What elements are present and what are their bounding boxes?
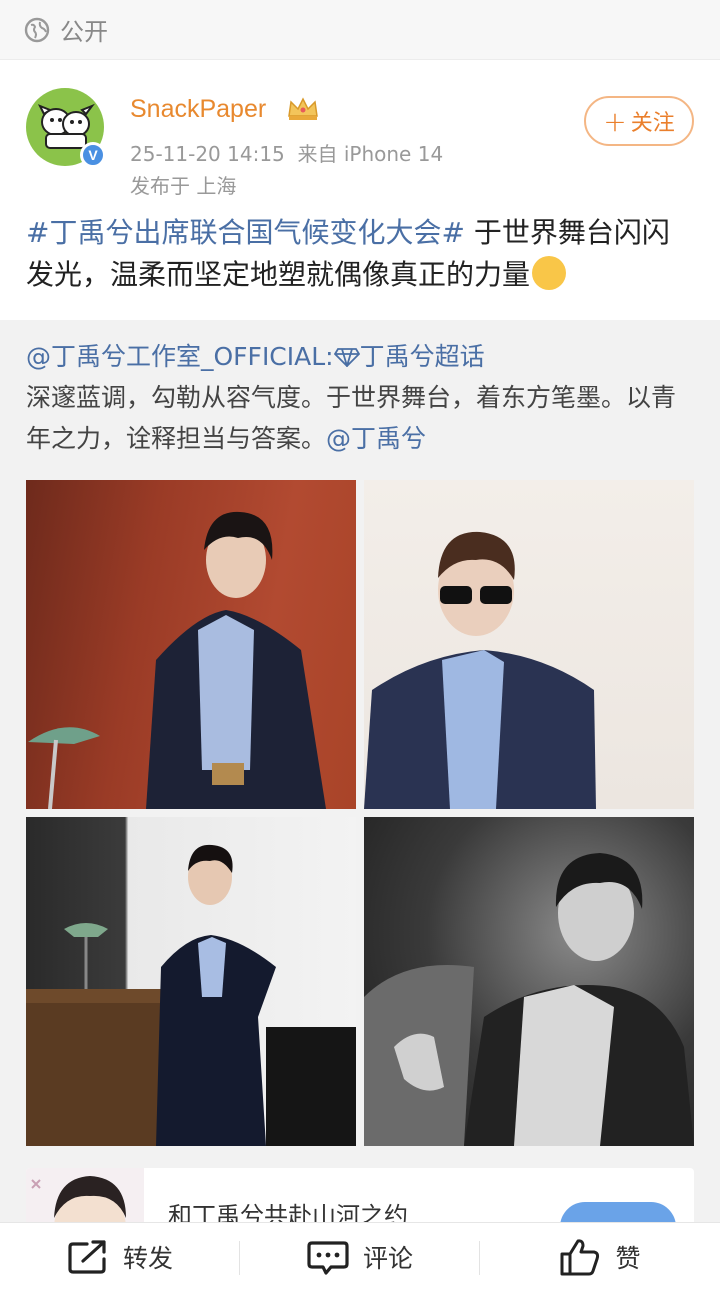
- crown-icon: [288, 97, 318, 120]
- hashtag-link[interactable]: #丁禹兮出席联合国气候变化大会#: [26, 216, 465, 249]
- share-icon: [68, 1240, 106, 1274]
- photo-1-figure: [28, 511, 326, 809]
- photo-2[interactable]: [364, 480, 694, 809]
- post-source: 来自 iPhone 14: [297, 142, 444, 166]
- visibility-bar: 公开: [0, 0, 720, 60]
- photo-4[interactable]: [364, 817, 694, 1146]
- comment-icon: [307, 1241, 349, 1275]
- repost-author-mention[interactable]: @丁禹兮工作室_OFFICIAL:: [26, 342, 334, 371]
- plus-icon: +: [603, 104, 627, 138]
- like-button[interactable]: 赞: [480, 1223, 720, 1291]
- photo-3[interactable]: [26, 817, 356, 1146]
- mention-link[interactable]: @丁禹兮: [326, 424, 426, 453]
- verified-badge: V: [80, 142, 106, 168]
- repost-button[interactable]: 转发: [0, 1223, 240, 1291]
- supertopic-link[interactable]: 丁禹兮超话: [333, 342, 485, 371]
- post-location: 发布于 上海: [130, 174, 237, 198]
- post-text: #丁禹兮出席联合国气候变化大会# 于世界舞台闪闪发光，温柔而坚定地塑就偶像真正的…: [26, 212, 696, 296]
- thumbs-up-icon: [560, 1239, 600, 1276]
- post-meta: 25-11-20 14:15 来自 iPhone 14: [130, 138, 443, 167]
- diamond-icon: [333, 348, 360, 370]
- emoji-icon: [532, 256, 567, 290]
- visibility-label: 公开: [60, 18, 108, 46]
- post-header: V SnackPaper 25-11-20 14:15 来自 iPhone 14…: [0, 62, 720, 202]
- photo-3-figure: [26, 844, 356, 1146]
- photo-4-figure: [364, 853, 694, 1146]
- comment-label: 评论: [362, 1244, 413, 1273]
- like-label: 赞: [615, 1244, 641, 1273]
- author-name[interactable]: SnackPaper: [130, 95, 266, 124]
- follow-label: 关注: [630, 111, 675, 136]
- post-timestamp: 25-11-20 14:15: [130, 142, 285, 166]
- action-bar: 转发 评论 赞: [0, 1222, 720, 1291]
- photo-1[interactable]: [26, 480, 356, 809]
- repost-block[interactable]: @丁禹兮工作室_OFFICIAL: 丁禹兮超话 深邃蓝调，勾勒从容气度。于世界舞台…: [0, 320, 720, 1248]
- comment-button[interactable]: 评论: [240, 1223, 480, 1291]
- photo-2-figure: [364, 531, 596, 809]
- repost-text: @丁禹兮工作室_OFFICIAL: 丁禹兮超话 深邃蓝调，勾勒从容气度。于世界舞台…: [26, 336, 696, 459]
- supertopic-label: 丁禹兮超话: [359, 342, 485, 371]
- repost-label: 转发: [122, 1244, 173, 1273]
- globe-icon: [24, 17, 50, 42]
- follow-button[interactable]: + 关注: [584, 96, 694, 146]
